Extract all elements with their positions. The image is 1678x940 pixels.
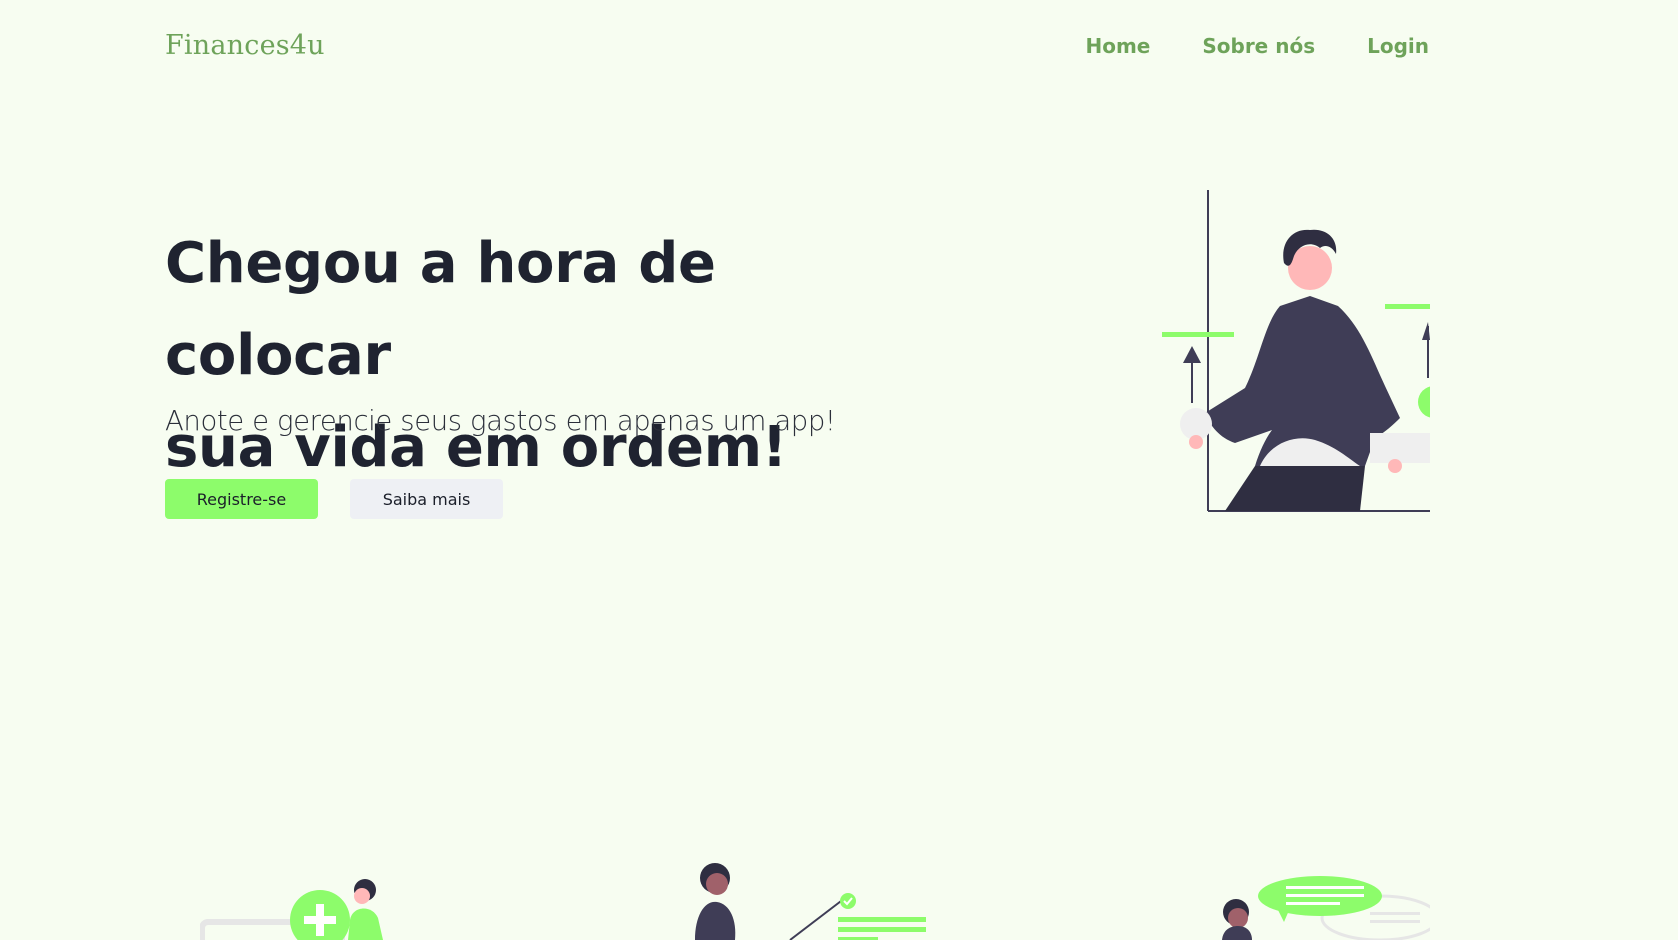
main-nav: Home Sobre nós Login <box>1085 34 1429 58</box>
feature-illustration-checklist <box>695 863 926 940</box>
brand-logo[interactable]: Finances4u <box>165 30 325 61</box>
hero-subtitle: Anote e gerencie seus gastos em apenas u… <box>165 405 836 437</box>
learn-more-button[interactable]: Saiba mais <box>350 479 503 519</box>
landing-page: Finances4u Home Sobre nós Login Chegou a… <box>0 0 1678 940</box>
nav-home[interactable]: Home <box>1085 34 1150 58</box>
feature-illustration-chat <box>1222 876 1430 940</box>
register-button[interactable]: Registre-se <box>165 479 318 519</box>
nav-about[interactable]: Sobre nós <box>1202 34 1315 58</box>
nav-login[interactable]: Login <box>1367 34 1429 58</box>
hero-title-line-1: Chegou a hora de colocar <box>165 231 716 388</box>
hero-illustration <box>1162 190 1430 512</box>
hero-title: Chegou a hora de colocar sua vida em ord… <box>165 218 925 494</box>
feature-illustration-add <box>200 879 383 940</box>
